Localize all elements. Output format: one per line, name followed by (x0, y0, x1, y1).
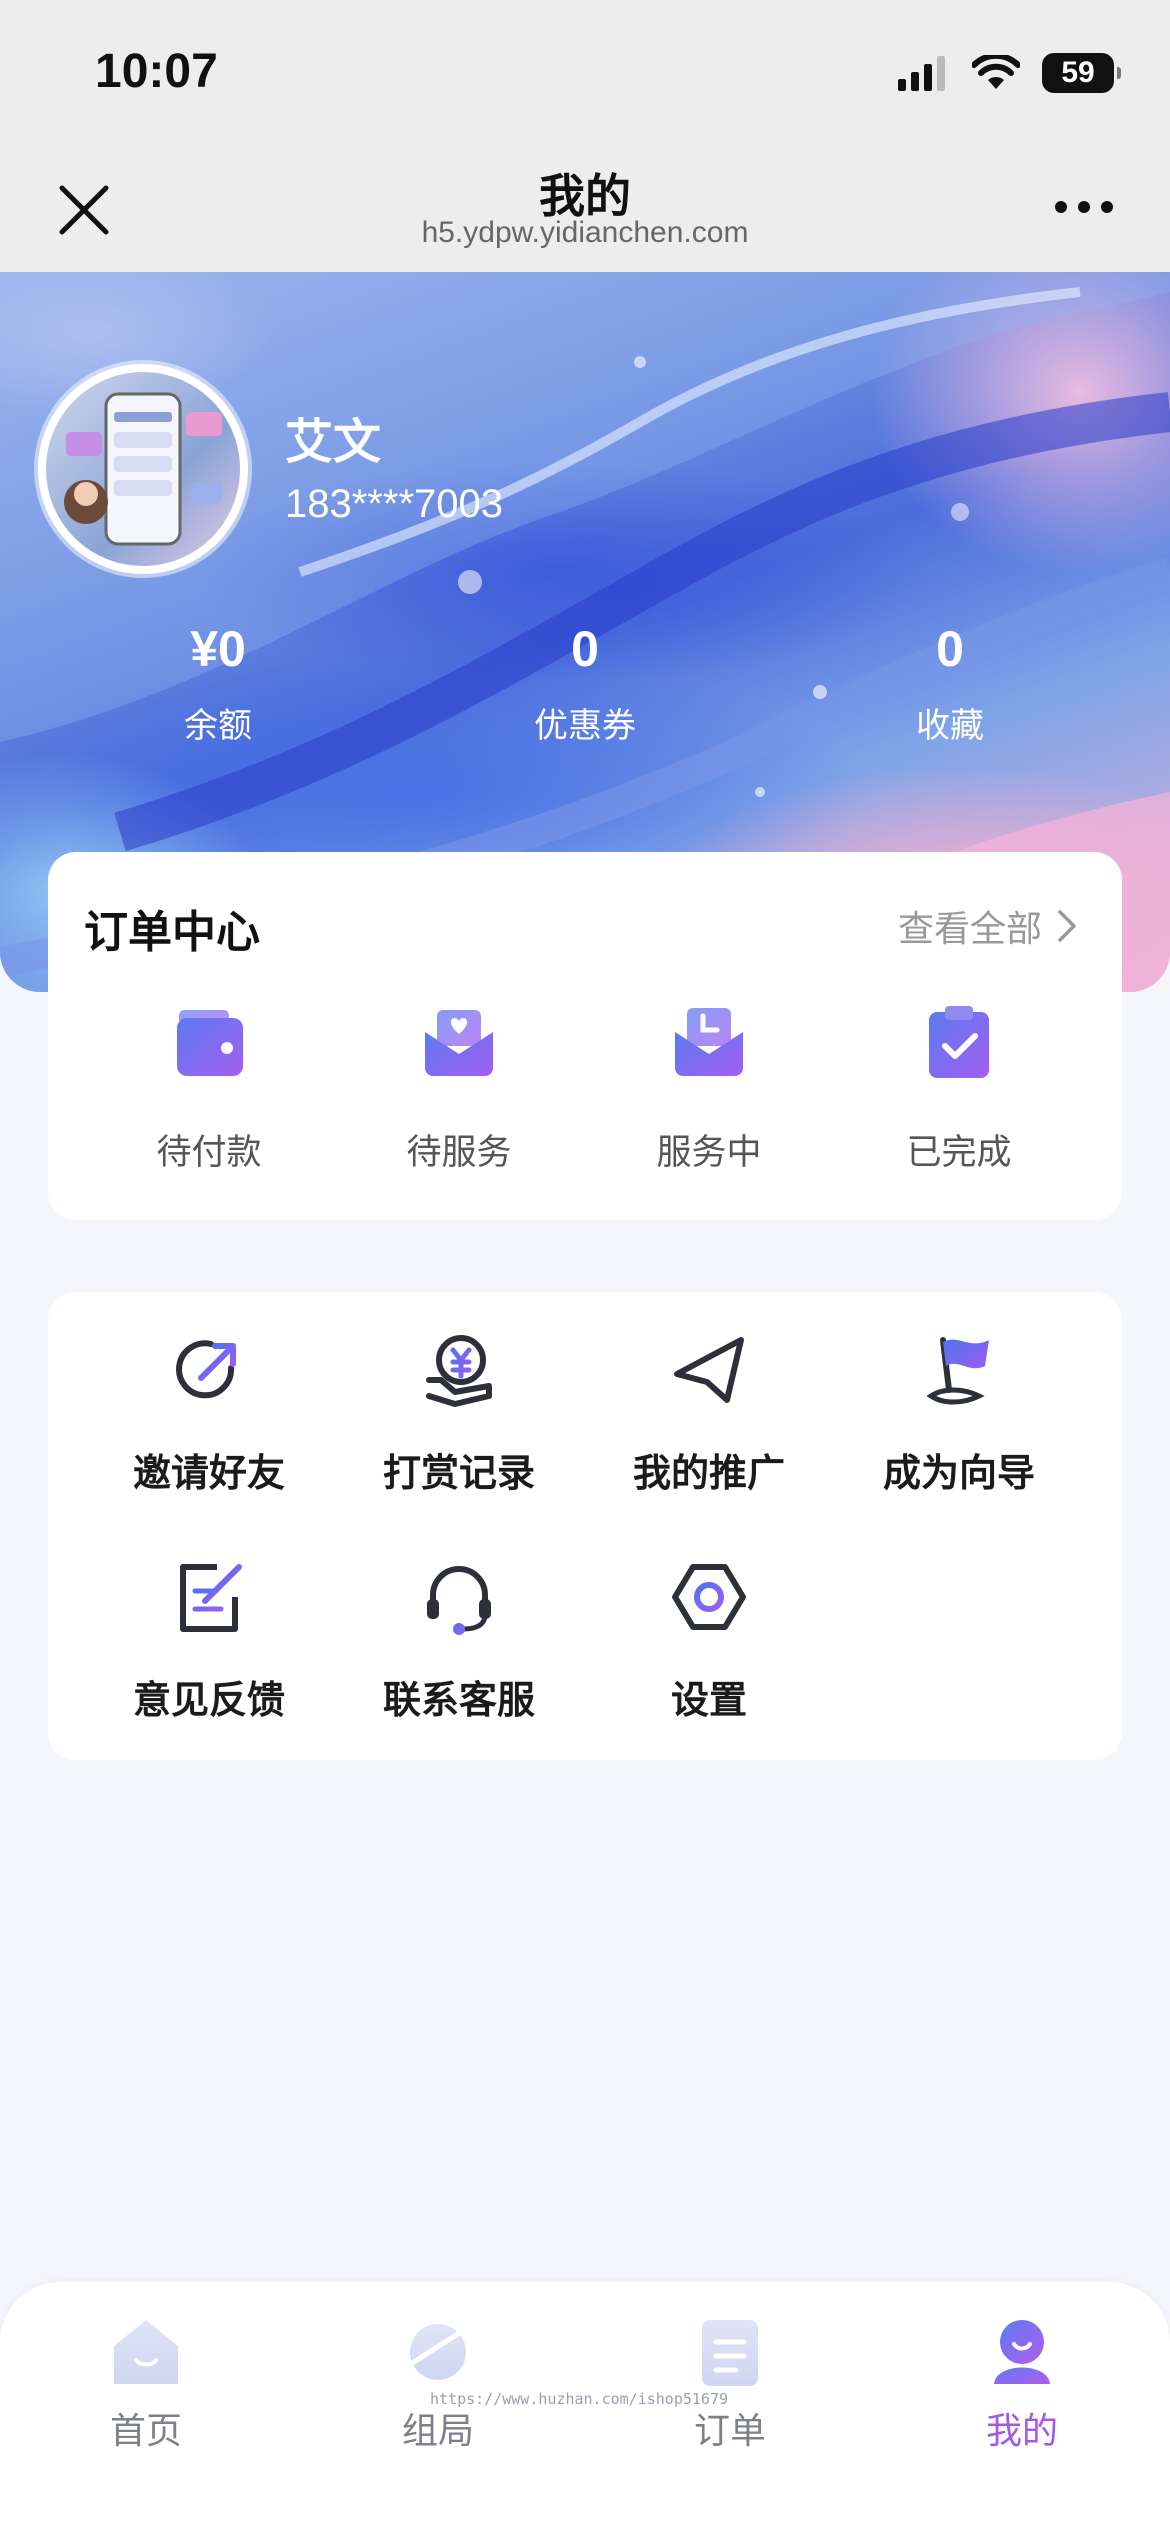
settings-hexagon-icon (672, 1564, 746, 1630)
tool-invite-friends[interactable]: 邀请好友 (84, 1330, 334, 1497)
chevron-right-icon (1058, 910, 1076, 942)
tool-label: 意见反馈 (132, 1678, 285, 1722)
avatar[interactable] (38, 364, 248, 574)
order-in-service[interactable]: 服务中 (584, 1002, 834, 1175)
wifi-icon (972, 55, 1020, 89)
feedback-edit-icon (180, 1564, 242, 1632)
tool-label: 联系客服 (382, 1678, 535, 1722)
tool-label: 打赏记录 (382, 1451, 535, 1495)
order-center-title: 订单中心 (84, 907, 260, 958)
stat-label: 余额 (184, 706, 252, 746)
stat-favorites[interactable]: 0 收藏 (820, 620, 1080, 747)
page-url: h5.ydpw.yidianchen.com (421, 216, 749, 249)
tab-orders[interactable]: 订单 (584, 2312, 876, 2454)
tool-my-promotion[interactable]: 我的推广 (584, 1330, 834, 1497)
heart-box-icon (425, 1010, 493, 1076)
share-arrow-icon (176, 1340, 236, 1399)
tool-customer-service[interactable]: 联系客服 (334, 1557, 584, 1724)
tab-label: 首页 (109, 2411, 182, 2452)
phone-illustration-icon (64, 392, 222, 546)
order-item-label: 服务中 (656, 1133, 762, 1173)
tab-label: 订单 (693, 2411, 766, 2452)
stat-value: 0 (571, 621, 599, 677)
battery-level: 59 (1061, 56, 1095, 89)
watermark: https://www.huzhan.com/ishop51679 (430, 2390, 729, 2408)
user-phone: 183****7003 (285, 482, 503, 526)
stat-balance[interactable]: ¥0 余额 (88, 620, 348, 747)
order-item-label: 待付款 (156, 1133, 262, 1173)
stat-label: 收藏 (916, 706, 984, 746)
tab-label: 组局 (401, 2411, 474, 2452)
tool-become-guide[interactable]: 成为向导 (834, 1330, 1084, 1497)
tool-label: 设置 (670, 1678, 747, 1722)
status-time: 10:07 (95, 45, 218, 98)
user-name: 艾文 (285, 414, 382, 470)
tab-groups[interactable]: 组局 (292, 2312, 584, 2454)
view-all-label: 查看全部 (897, 909, 1042, 950)
battery-icon: 59 (1042, 53, 1121, 93)
nav-bar: 我的 h5.ydpw.yidianchen.com (0, 140, 1170, 272)
paper-plane-icon (674, 1337, 744, 1403)
order-item-label: 已完成 (906, 1133, 1012, 1173)
stat-label: 优惠券 (534, 706, 636, 746)
tools-card: 邀请好友 打赏记录 我的推广 成为向导 意见反馈 联系客服 设置 (48, 1292, 1122, 1760)
tool-settings[interactable]: 设置 (584, 1557, 834, 1724)
order-center-card: 订单中心 查看全部 待付款 待服务 服务中 已完成 (48, 852, 1122, 1220)
order-list-icon (702, 2320, 758, 2386)
tab-home[interactable]: 首页 (0, 2312, 292, 2454)
wallet-icon (177, 1010, 243, 1076)
clipboard-check-icon (929, 1006, 989, 1078)
tool-reward-records[interactable]: 打赏记录 (334, 1330, 584, 1497)
tab-label: 我的 (985, 2411, 1058, 2452)
tool-feedback[interactable]: 意见反馈 (84, 1557, 334, 1724)
stat-value: 0 (936, 621, 964, 677)
home-icon (114, 2320, 178, 2384)
order-pending-payment[interactable]: 待付款 (84, 1002, 334, 1175)
profile-icon (994, 2320, 1050, 2384)
tool-label: 成为向导 (882, 1451, 1035, 1495)
tool-label: 邀请好友 (132, 1451, 285, 1495)
tab-profile[interactable]: 我的 (876, 2312, 1168, 2454)
order-item-label: 待服务 (406, 1133, 512, 1173)
stat-value: ¥0 (190, 621, 246, 677)
flag-icon (926, 1337, 989, 1405)
more-icon[interactable] (1054, 200, 1114, 214)
order-pending-service[interactable]: 待服务 (334, 1002, 584, 1175)
view-all-orders-link[interactable]: 查看全部 (898, 900, 1078, 952)
tool-label: 我的推广 (632, 1451, 785, 1495)
avatar-image (46, 372, 240, 566)
stat-coupons[interactable]: 0 优惠券 (455, 620, 715, 747)
order-completed[interactable]: 已完成 (834, 1002, 1084, 1175)
status-bar: 10:07 59 (0, 0, 1170, 140)
status-icons: 59 (898, 48, 1121, 98)
headset-icon (427, 1566, 491, 1635)
planet-icon (401, 2323, 475, 2380)
signal-icon (898, 56, 945, 91)
clock-box-icon (675, 1008, 743, 1076)
yuan-hand-icon (426, 1335, 492, 1407)
